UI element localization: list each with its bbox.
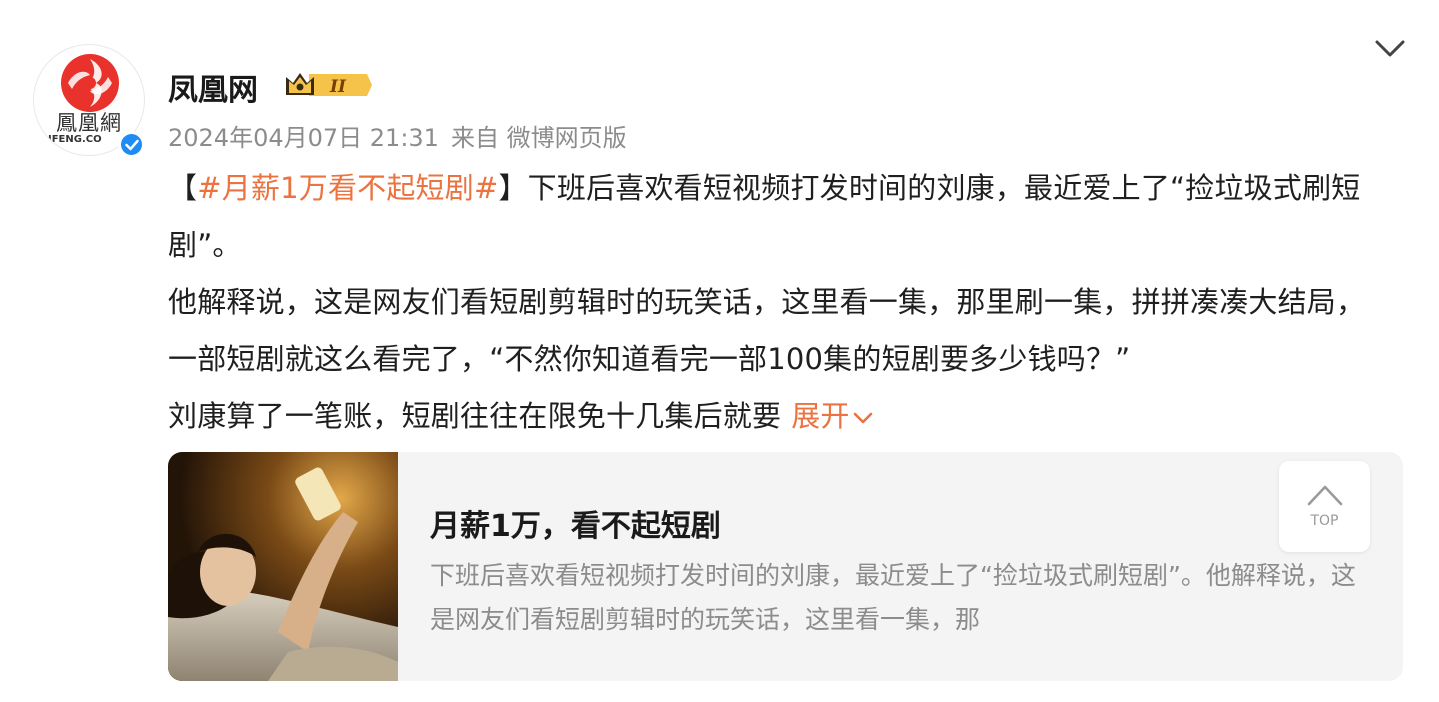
back-to-top-button[interactable]: TOP <box>1279 461 1370 552</box>
arrow-up-icon <box>1307 485 1343 506</box>
article-thumbnail <box>168 452 398 681</box>
post-source: 来自 微博网页版 <box>450 124 627 152</box>
chevron-down-icon <box>853 412 872 424</box>
badge-level-text: II <box>329 77 347 97</box>
chevron-down-icon[interactable] <box>1372 36 1408 62</box>
post-content: 【#月薪1万看不起短剧#】下班后喜欢看短视频打发时间的刘康，最近爱上了“捡垃圾式… <box>168 160 1393 445</box>
back-to-top-label: TOP <box>1310 513 1339 529</box>
post-paragraph-3-text: 刘康算了一笔账，短剧往往在限免十几集后就要 <box>168 399 782 433</box>
post-meta: 2024年04月07日 21:31 来自 微博网页版 <box>168 118 639 153</box>
article-card-description: 下班后喜欢看短视频打发时间的刘康，最近爱上了“捡垃圾式刷短剧”。他解释说，这是网… <box>430 561 1356 634</box>
bracket-close: 】 <box>498 171 528 205</box>
expand-button[interactable]: 展开 <box>791 399 873 433</box>
author-name[interactable]: 凤凰网 <box>168 65 258 109</box>
hashtag-link[interactable]: #月薪1万看不起短剧# <box>197 171 498 205</box>
article-card-title: 月薪1万，看不起短剧 <box>430 509 721 544</box>
article-card[interactable]: 月薪1万，看不起短剧 下班后喜欢看短视频打发时间的刘康，最近爱上了“捡垃圾式刷短… <box>168 452 1403 681</box>
verified-check-icon <box>118 131 145 158</box>
post-paragraph-2: 他解释说，这是网友们看短剧剪辑时的玩笑话，这里看一集，那里刷一集，拼拼凑凑大结局… <box>168 285 1366 376</box>
post-timestamp[interactable]: 2024年04月07日 21:31 <box>168 124 439 152</box>
ifeng-logo-icon <box>61 54 119 112</box>
vip-crown-badge-icon: II <box>286 73 372 97</box>
post-paragraph-1: 【#月薪1万看不起短剧#】下班后喜欢看短视频打发时间的刘康，最近爱上了“捡垃圾式… <box>168 160 1393 274</box>
avatar-logo-text-en: IFENG.CO <box>48 134 102 145</box>
post-paragraph-3: 刘康算了一笔账，短剧往往在限免十几集后就要 展开 <box>168 388 1393 445</box>
bracket-open: 【 <box>168 171 198 205</box>
expand-label: 展开 <box>791 399 850 433</box>
